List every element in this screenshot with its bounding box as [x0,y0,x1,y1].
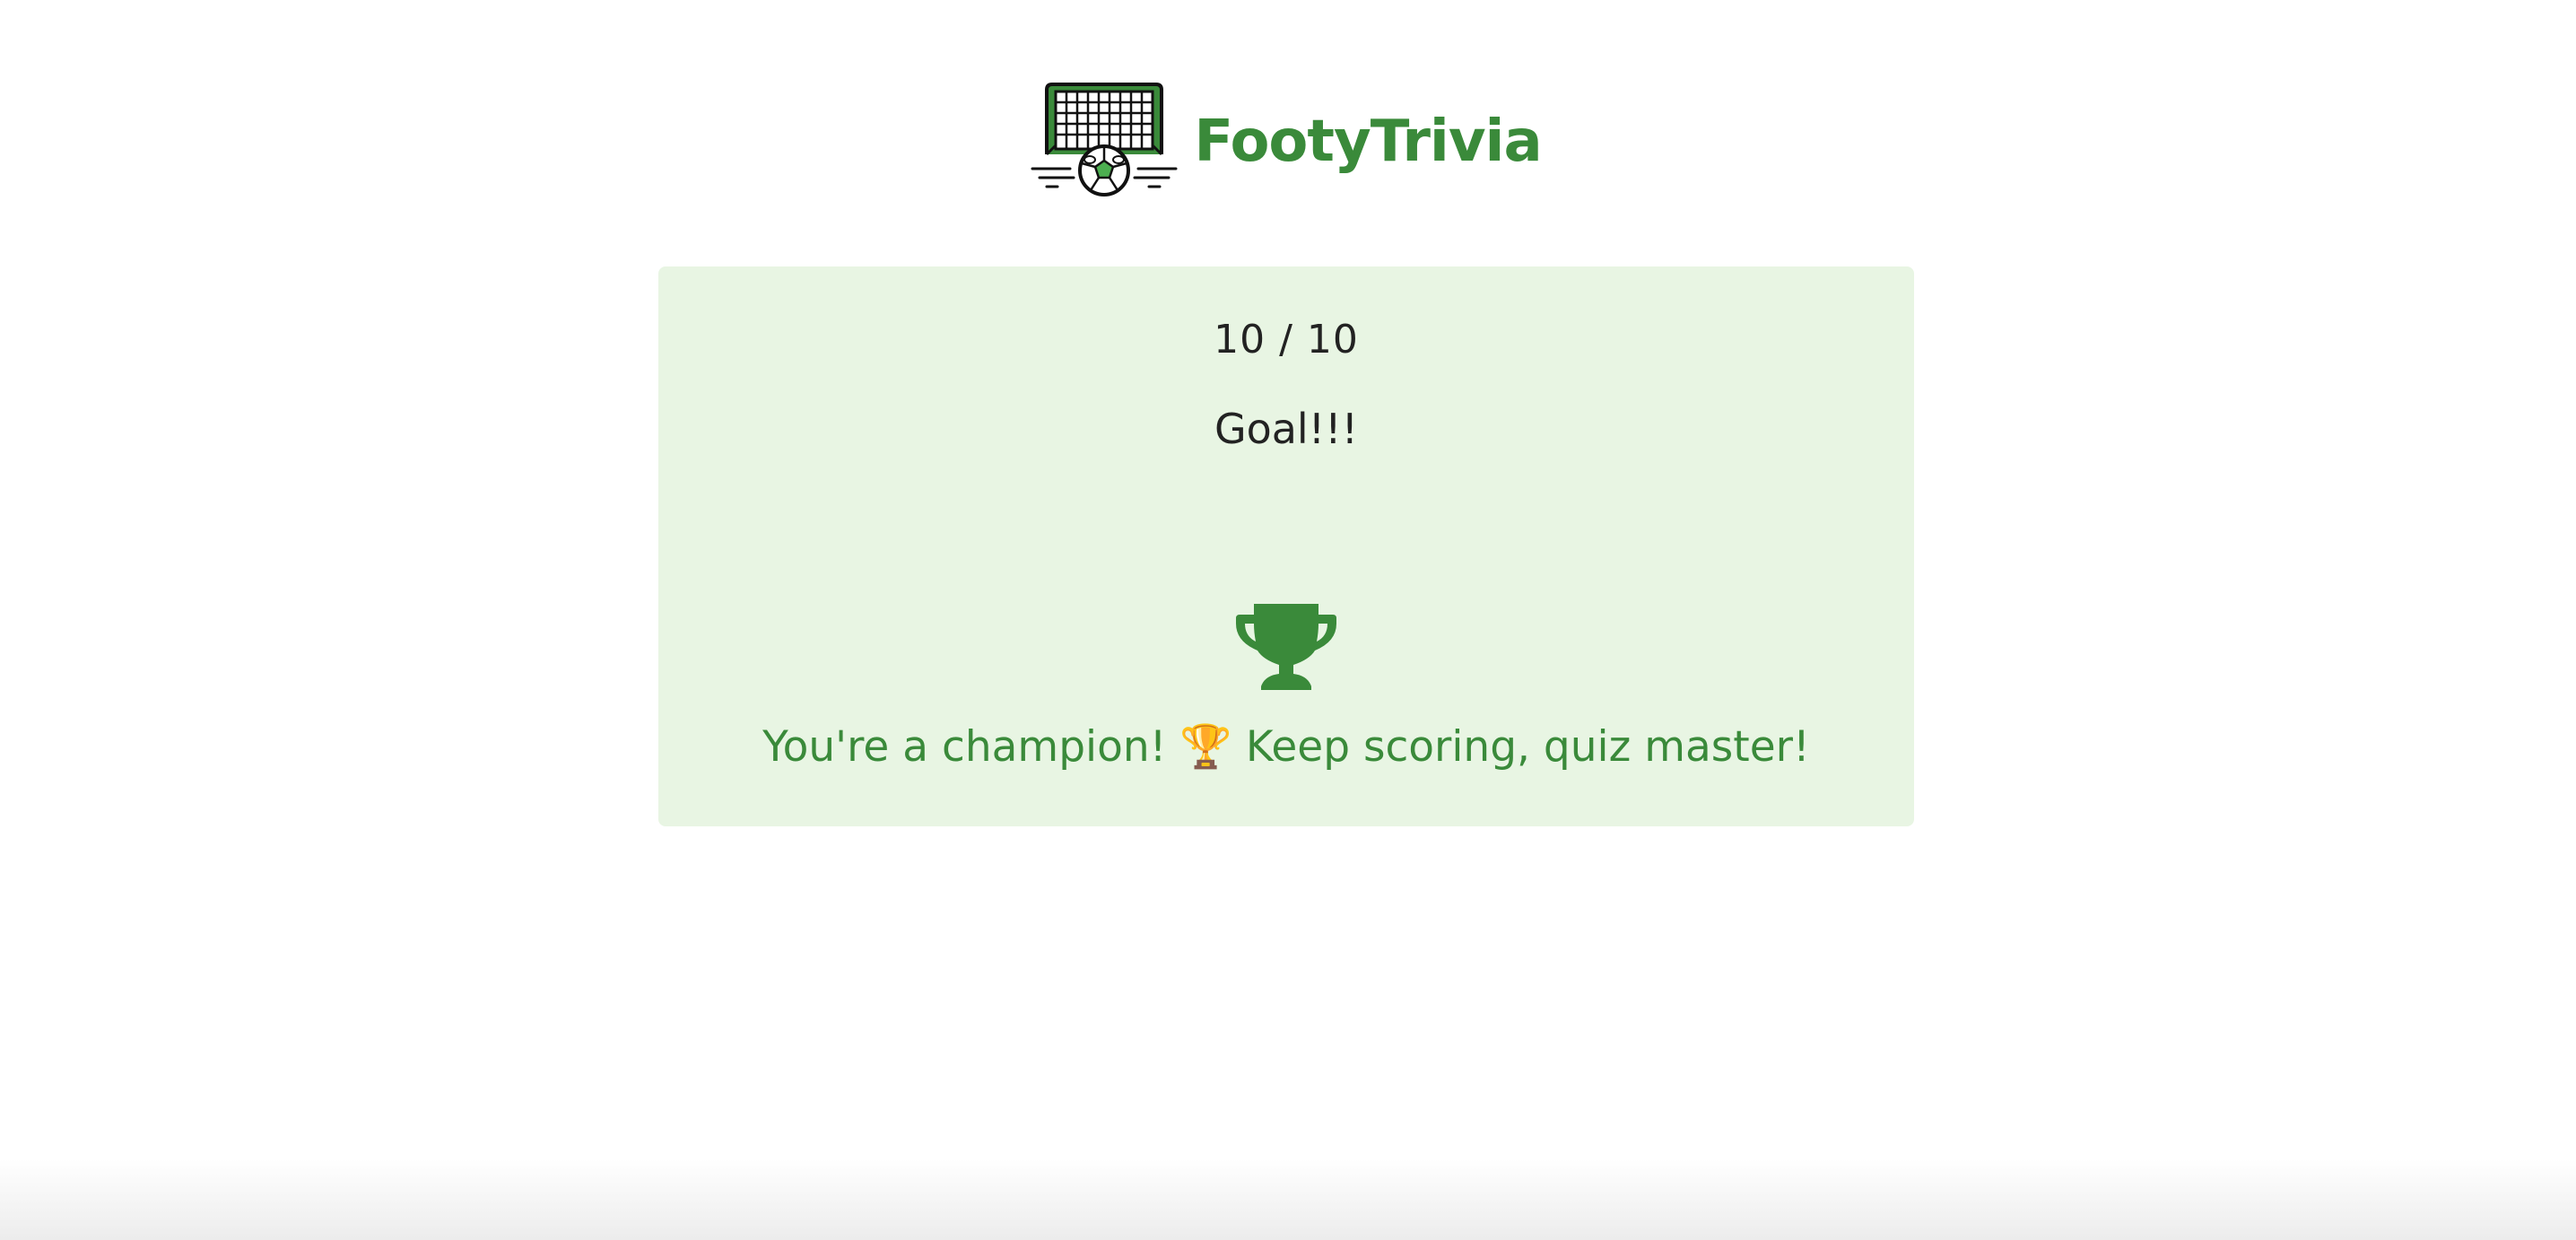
brand-lockup[interactable]: FootyTrivia [1031,83,1543,201]
result-card: 10 / 10 Goal!!! You're a champion! 🏆 Kee… [658,266,1914,826]
score-display: 10 / 10 [1214,317,1359,362]
results-page: FootyTrivia 10 / 10 Goal!!! You're a cha… [0,0,2576,1240]
result-headline: Goal!!! [1214,405,1359,453]
trophy-icon [1236,604,1336,690]
goal-net-with-soccer-ball-icon [1031,83,1178,196]
bottom-shadow [0,1159,2576,1240]
app-header: FootyTrivia [0,83,2576,201]
brand-name: FootyTrivia [1194,109,1542,175]
result-message: You're a champion! 🏆 Keep scoring, quiz … [762,722,1810,772]
